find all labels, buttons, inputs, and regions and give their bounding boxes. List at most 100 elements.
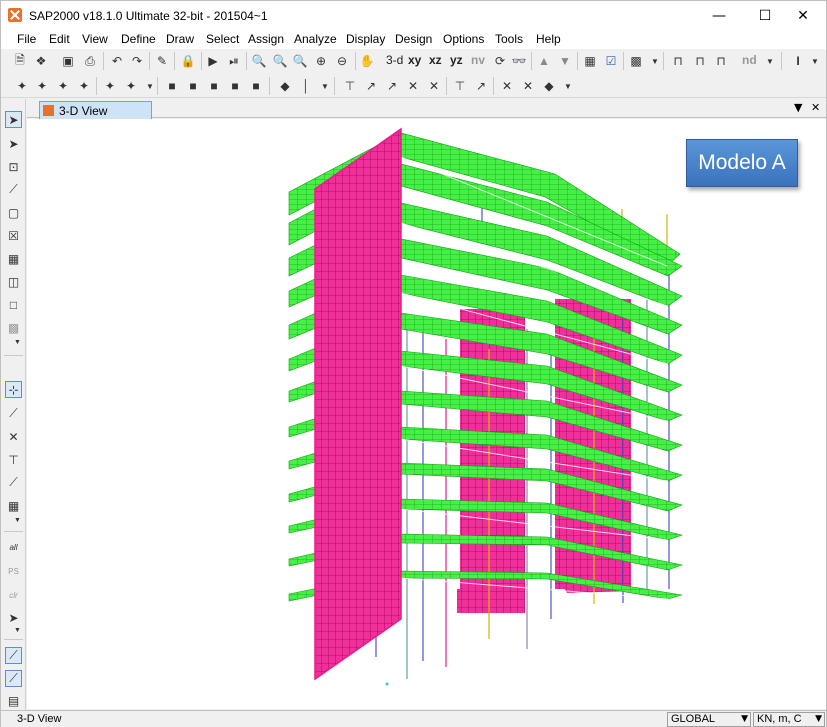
move-up-icon[interactable]: ▲ <box>535 52 553 70</box>
menu-design[interactable]: Design <box>395 32 432 46</box>
quick-draw-area-icon[interactable]: ◆ <box>540 77 558 95</box>
draw-line-icon[interactable]: ⟋ <box>5 181 22 198</box>
show-undeformed-icon[interactable]: ▩ <box>627 52 645 70</box>
set-display-options-icon[interactable]: ▦ <box>581 52 599 70</box>
print-icon[interactable]: ⎙ <box>81 52 99 70</box>
draw-cable-icon[interactable]: ↗ <box>362 77 380 95</box>
reshaper-icon[interactable]: ➤ <box>5 135 22 152</box>
section-icon[interactable]: I <box>789 52 807 70</box>
close-button[interactable]: ✕ <box>780 1 826 31</box>
view-3d-button[interactable]: 3-d <box>386 53 403 67</box>
draw-special-joint-icon[interactable]: ✕ <box>425 77 443 95</box>
draw-section-cut-icon[interactable]: □ <box>5 296 22 313</box>
frame-insertion-icon[interactable]: ■ <box>226 77 244 95</box>
pointer-icon[interactable]: ➤ <box>5 111 22 128</box>
quick-draw-brace-icon[interactable]: ↗ <box>472 77 490 95</box>
minimize-button[interactable]: — <box>696 1 742 31</box>
snap-intersections-icon[interactable]: ✕ <box>5 428 22 445</box>
draw-point-icon[interactable]: ⊡ <box>5 158 22 175</box>
menu-options[interactable]: Options <box>443 32 484 46</box>
move-down-icon[interactable]: ▼ <box>556 52 574 70</box>
zoom-out-icon[interactable]: ⊖ <box>333 52 351 70</box>
joint-loads-icon[interactable]: ✦ <box>101 77 119 95</box>
snap-lines-toggle-icon[interactable]: ⟋ <box>5 670 22 687</box>
refresh-view-icon[interactable]: ✎ <box>153 52 171 70</box>
lock-icon[interactable]: 🔒 <box>179 52 197 70</box>
view-yz-button[interactable]: yz <box>450 53 463 67</box>
draw-solid-icon[interactable]: ◫ <box>5 273 22 290</box>
snap-lines-icon[interactable]: ⟋ <box>5 474 22 491</box>
snap-joints-icon[interactable]: ⊹ <box>5 381 22 398</box>
view-nd-button[interactable]: nd <box>742 53 757 67</box>
nd-dropdown-icon[interactable]: ▼ <box>761 52 779 70</box>
area-sections-icon[interactable]: ◆ <box>276 77 294 95</box>
section-dropdown-icon[interactable]: ▼ <box>806 52 824 70</box>
units-dropdown-icon[interactable]: ▼ <box>815 713 822 726</box>
snap-perpendicular-icon[interactable]: ⊤ <box>5 451 22 468</box>
draw-grid-area-icon[interactable]: ▦ <box>5 250 22 267</box>
3d-viewport[interactable]: Modelo A <box>27 119 826 709</box>
zoom-previous-icon[interactable]: 🔍 <box>291 52 309 70</box>
menu-file[interactable]: File <box>17 32 36 46</box>
view-xy-button[interactable]: xy <box>408 53 421 67</box>
snap-cursor-icon[interactable]: ▤ <box>5 692 22 709</box>
frame-local-axes-icon[interactable]: ■ <box>205 77 223 95</box>
title-bar[interactable]: SAP2000 v18.1.0 Ultimate 32-bit - 201504… <box>1 1 826 31</box>
area-loads-icon[interactable]: │ <box>297 77 315 95</box>
open-icon[interactable]: ❖ <box>32 52 50 70</box>
clear-selection-button[interactable]: clr <box>5 587 22 604</box>
menu-analyze[interactable]: Analyze <box>294 32 337 46</box>
draw-area-icon[interactable]: ✕ <box>498 77 516 95</box>
draw-dropdown-icon[interactable]: ▼ <box>559 77 577 95</box>
tab-close-icon[interactable]: ✕ <box>811 101 820 114</box>
joint-springs-icon[interactable]: ✦ <box>33 77 51 95</box>
menu-view[interactable]: View <box>82 32 108 46</box>
draw-tools-dropdown-icon[interactable]: ▼ <box>14 339 21 346</box>
view-nv-button[interactable]: nv <box>471 53 485 67</box>
pan-icon[interactable]: ✋ <box>358 52 376 70</box>
zoom-full-icon[interactable]: 🔍 <box>271 52 289 70</box>
menu-display[interactable]: Display <box>346 32 385 46</box>
tab-dropdown-icon[interactable]: ▼ <box>794 101 802 114</box>
tab-3d-view[interactable]: 3-D View <box>39 101 152 119</box>
frame-releases-icon[interactable]: ⊓ <box>691 52 709 70</box>
select-tools-icon[interactable]: ➤ <box>5 609 22 626</box>
units-select[interactable]: KN, m, C ▼ <box>753 712 825 727</box>
joint-restraint-icon[interactable]: ✦ <box>13 77 31 95</box>
select-dropdown-icon[interactable]: ▼ <box>14 627 21 634</box>
draw-dimension-icon[interactable]: ▩ <box>5 319 22 336</box>
display-dropdown-icon[interactable]: ▼ <box>646 52 664 70</box>
previous-selection-button[interactable]: PS <box>5 563 22 580</box>
quick-draw-frame-icon[interactable]: ⊤ <box>451 77 469 95</box>
select-all-button[interactable]: all <box>5 539 22 556</box>
menu-draw[interactable]: Draw <box>166 32 194 46</box>
perspective-icon[interactable]: 👓 <box>510 52 528 70</box>
menu-tools[interactable]: Tools <box>495 32 523 46</box>
frame-output-stations-icon[interactable]: ■ <box>247 77 265 95</box>
undo-icon[interactable]: ↶ <box>108 52 126 70</box>
coord-system-select[interactable]: GLOBAL ▼ <box>667 712 751 727</box>
save-icon[interactable]: ▣ <box>59 52 77 70</box>
joint-masses-icon[interactable]: ✦ <box>75 77 93 95</box>
new-model-icon[interactable]: 🗎 <box>11 52 29 70</box>
draw-link-icon[interactable]: ✕ <box>404 77 422 95</box>
snap-dropdown-icon[interactable]: ▼ <box>14 517 21 524</box>
draw-poly-area-icon[interactable]: ▢ <box>5 204 22 221</box>
menu-select[interactable]: Select <box>206 32 239 46</box>
draw-frame-icon[interactable]: ⊤ <box>341 77 359 95</box>
area-dropdown-icon[interactable]: ▼ <box>316 77 334 95</box>
rotate-3d-icon[interactable]: ⟳ <box>491 52 509 70</box>
coord-system-dropdown-icon[interactable]: ▼ <box>741 713 748 726</box>
redo-icon[interactable]: ↷ <box>128 52 146 70</box>
snap-grid-icon[interactable]: ▦ <box>5 497 22 514</box>
snap-ends-icon[interactable]: ⟋ <box>5 405 22 422</box>
zoom-window-icon[interactable]: 🔍 <box>250 52 268 70</box>
frame-loads-icon[interactable]: ⊓ <box>712 52 730 70</box>
joint-constraints-icon[interactable]: ✦ <box>54 77 72 95</box>
menu-edit[interactable]: Edit <box>49 32 70 46</box>
draw-tendon-icon[interactable]: ↗ <box>383 77 401 95</box>
frame-releases-assign-icon[interactable]: ■ <box>184 77 202 95</box>
view-xz-button[interactable]: xz <box>429 53 442 67</box>
menu-assign[interactable]: Assign <box>248 32 284 46</box>
snap-points-icon[interactable]: ⟋ <box>5 647 22 664</box>
